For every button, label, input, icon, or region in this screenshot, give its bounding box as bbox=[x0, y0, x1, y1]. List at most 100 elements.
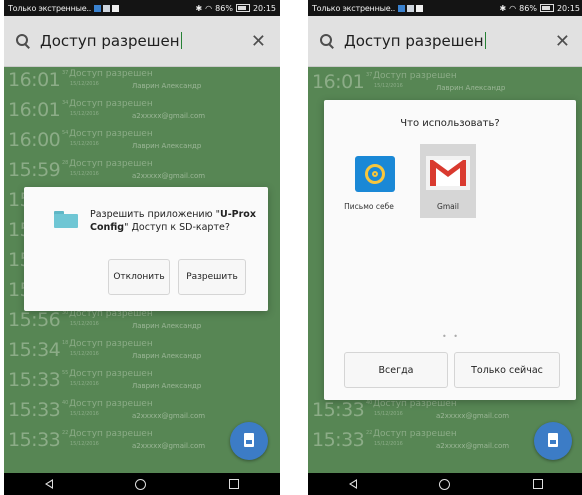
log-user: a2xxxxx@gmail.com bbox=[132, 412, 206, 420]
log-time: 15:33 bbox=[8, 429, 61, 451]
log-row[interactable]: 15:33 40 Доступ разрешен 15/12/2016 a2xxxxx@… bbox=[308, 397, 582, 427]
just-once-button[interactable]: Только сейчас bbox=[454, 352, 560, 388]
log-user: a2xxxxx@gmail.com bbox=[436, 412, 510, 420]
log-title: Доступ разрешен bbox=[373, 399, 457, 409]
log-row[interactable]: 16:00 54 Доступ разрешен 15/12/2016 Лаврин А… bbox=[4, 127, 280, 157]
close-icon[interactable]: ✕ bbox=[251, 31, 266, 52]
log-time: 16:01 bbox=[312, 71, 365, 93]
export-fab-button[interactable] bbox=[230, 422, 268, 460]
log-time: 16:00 bbox=[8, 129, 61, 151]
back-icon[interactable] bbox=[349, 479, 358, 489]
log-date: 15/12/2016 bbox=[374, 441, 403, 447]
notification-app-icon bbox=[398, 4, 406, 12]
log-user: a2xxxxx@gmail.com bbox=[132, 112, 206, 120]
log-row[interactable]: 15:33 55 Доступ разрешен 15/12/2016 Лаврин А… bbox=[4, 367, 280, 397]
log-time: 15:33 bbox=[8, 399, 61, 421]
log-row[interactable]: 15:33 40 Доступ разрешен 15/12/2016 a2xxxxx@… bbox=[4, 397, 280, 427]
log-user: Лаврин Александр bbox=[132, 142, 202, 150]
bluetooth-icon: ✱ bbox=[195, 3, 203, 13]
status-carrier-text: Только экстренные.. bbox=[8, 3, 92, 13]
recent-apps-icon[interactable] bbox=[228, 479, 239, 489]
log-title: Доступ разрешен bbox=[69, 99, 153, 109]
log-row[interactable]: 16:01 34 Доступ разрешен 15/12/2016 a2xxxxx@… bbox=[4, 97, 280, 127]
log-time: 16:01 bbox=[8, 69, 61, 91]
deny-button[interactable]: Отклонить bbox=[108, 259, 170, 295]
notification-icons bbox=[398, 4, 424, 12]
status-time: 20:15 bbox=[252, 3, 276, 13]
log-user: Лаврин Александр bbox=[132, 382, 202, 390]
search-bar[interactable]: Доступ разрешен ✕ bbox=[4, 16, 280, 67]
log-time: 15:33 bbox=[312, 429, 365, 451]
notification-message-icon bbox=[103, 4, 111, 12]
log-seconds: 40 bbox=[366, 400, 373, 406]
status-bar: Только экстренные.. ✱ ◠ 86% 20:15 bbox=[308, 0, 582, 16]
log-seconds: 54 bbox=[62, 130, 69, 136]
log-time: 15:33 bbox=[312, 399, 365, 421]
notification-app-icon bbox=[94, 4, 102, 12]
log-user: Лаврин Александр bbox=[436, 84, 506, 92]
log-date: 15/12/2016 bbox=[70, 351, 99, 357]
log-title: Доступ разрешен bbox=[373, 71, 457, 81]
log-date: 15/12/2016 bbox=[70, 141, 99, 147]
log-time: 15:34 bbox=[8, 339, 61, 361]
log-title: Доступ разрешен bbox=[69, 429, 153, 439]
notification-message-icon bbox=[407, 4, 415, 12]
log-row[interactable]: 16:01 37 Доступ разрешен 15/12/2016 Лаврин А… bbox=[308, 69, 582, 99]
log-user: Лаврин Александр bbox=[132, 82, 202, 90]
log-user: a2xxxxx@gmail.com bbox=[436, 442, 510, 450]
home-icon[interactable] bbox=[135, 478, 147, 490]
log-time: 15:56 bbox=[8, 309, 61, 331]
log-date: 15/12/2016 bbox=[70, 381, 99, 387]
search-query: Доступ разрешен bbox=[40, 32, 180, 50]
log-date: 15/12/2016 bbox=[70, 411, 99, 417]
always-button[interactable]: Всегда bbox=[344, 352, 448, 388]
phone-screen-left: Только экстренные.. ✱ ◠ 86% 20:15 Доступ… bbox=[4, 0, 280, 495]
chooser-app-gmail[interactable]: Gmail bbox=[420, 144, 476, 218]
page-indicator: • • bbox=[442, 332, 460, 341]
log-date: 15/12/2016 bbox=[70, 441, 99, 447]
notification-image-icon bbox=[416, 4, 424, 12]
log-row[interactable]: 16:01 37 Доступ разрешен 15/12/2016 Лаврин А… bbox=[4, 67, 280, 97]
log-row[interactable]: 15:56 30 Доступ разрешен 15/12/2016 Лаврин А… bbox=[4, 307, 280, 337]
log-time: 15:59 bbox=[8, 159, 61, 181]
notification-icons bbox=[94, 4, 120, 12]
allow-button[interactable]: Разрешить bbox=[178, 259, 246, 295]
search-icon bbox=[316, 31, 344, 51]
log-title: Доступ разрешен bbox=[69, 159, 153, 169]
log-date: 15/12/2016 bbox=[374, 83, 403, 89]
close-icon[interactable]: ✕ bbox=[555, 31, 570, 52]
log-date: 15/12/2016 bbox=[70, 321, 99, 327]
log-seconds: 22 bbox=[62, 430, 69, 436]
search-input[interactable]: Доступ разрешен bbox=[344, 32, 486, 50]
recent-apps-icon[interactable] bbox=[532, 479, 543, 489]
chooser-title: Что использовать? bbox=[400, 118, 500, 129]
document-icon bbox=[548, 433, 558, 447]
log-seconds: 55 bbox=[62, 370, 69, 376]
search-input[interactable]: Доступ разрешен bbox=[40, 32, 182, 50]
log-title: Доступ разрешен bbox=[69, 369, 153, 379]
log-row[interactable]: 15:59 28 Доступ разрешен 15/12/2016 a2xxxxx@… bbox=[4, 157, 280, 187]
log-seconds: 18 bbox=[62, 340, 69, 346]
chooser-app-label: Письмо себе bbox=[344, 202, 394, 211]
sd-permission-dialog: Разрешить приложению "U-Prox Config" Дос… bbox=[24, 187, 268, 311]
log-seconds: 34 bbox=[62, 100, 69, 106]
log-date: 15/12/2016 bbox=[70, 81, 99, 87]
export-fab-button[interactable] bbox=[534, 422, 572, 460]
status-indicators: ✱ ◠ 86% 20:15 bbox=[195, 4, 276, 13]
wifi-icon: ◠ bbox=[509, 3, 517, 13]
battery-icon bbox=[235, 4, 250, 12]
back-icon[interactable] bbox=[45, 479, 54, 489]
app-chooser-dialog: Что использовать? Письмо себе Gmail • • … bbox=[324, 100, 576, 400]
status-time: 20:15 bbox=[556, 3, 580, 13]
status-indicators: ✱ ◠ 86% 20:15 bbox=[499, 4, 580, 13]
chooser-app-mail[interactable]: Письмо себе bbox=[334, 144, 404, 218]
mail-at-icon bbox=[355, 156, 395, 192]
search-icon bbox=[12, 31, 40, 51]
log-date: 15/12/2016 bbox=[70, 111, 99, 117]
home-icon[interactable] bbox=[439, 478, 451, 490]
log-seconds: 37 bbox=[62, 70, 69, 76]
log-row[interactable]: 15:34 18 Доступ разрешен 15/12/2016 Лаврин А… bbox=[4, 337, 280, 367]
battery-icon bbox=[539, 4, 554, 12]
log-title: Доступ разрешен bbox=[69, 129, 153, 139]
search-bar[interactable]: Доступ разрешен ✕ bbox=[308, 16, 582, 67]
